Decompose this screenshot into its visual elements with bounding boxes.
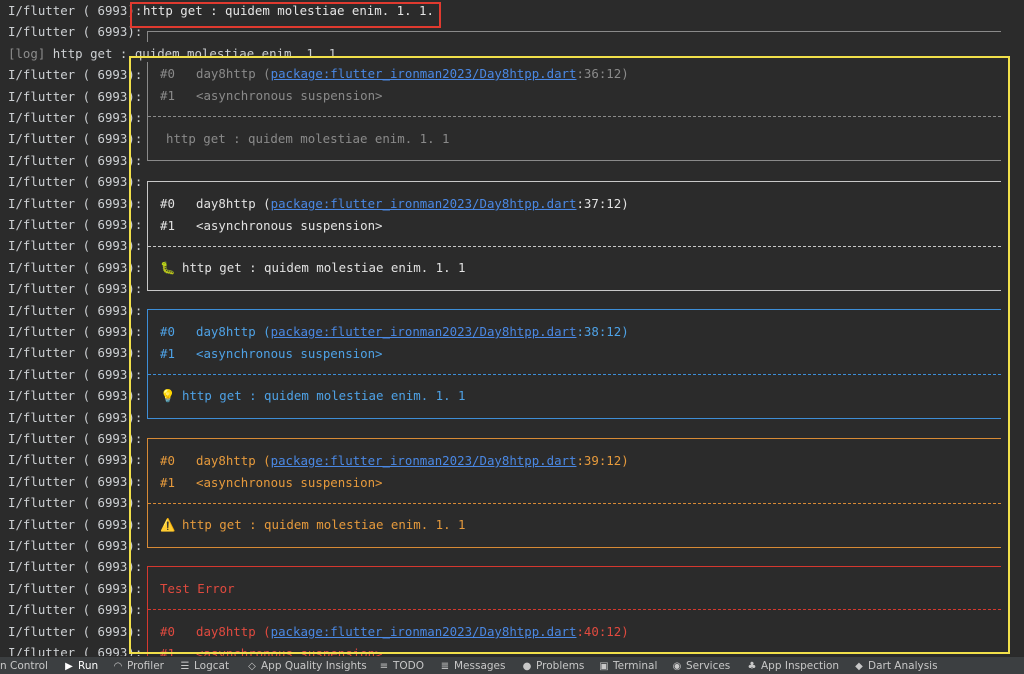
log-prefix: I/flutter ( 6993):	[8, 174, 143, 190]
log-prefix: I/flutter ( 6993):	[8, 281, 143, 297]
tab-logcat[interactable]: ☰ Logcat	[178, 659, 230, 673]
log-prefix: I/flutter ( 6993):	[8, 623, 143, 639]
log-prefix: I/flutter ( 6993):	[8, 366, 143, 382]
log-prefix: I/flutter ( 6993):	[8, 516, 143, 532]
log-prefix: I/flutter ( 6993):	[8, 495, 143, 511]
run-console[interactable]: I/flutter ( 6993): I/flutter ( 6993): I/fl…	[0, 0, 1024, 656]
log-prefix: I/flutter ( 6993):	[8, 131, 143, 147]
gauge-icon: ◠	[113, 661, 123, 672]
log-prefix: I/flutter ( 6993):	[8, 88, 143, 104]
log-prefix: I/flutter ( 6993):	[8, 238, 143, 254]
tab-dart-analysis[interactable]: ◆ Dart Analysis	[852, 659, 937, 673]
log-prefix: I/flutter ( 6993):	[8, 24, 143, 40]
log-prefix: I/flutter ( 6993):	[8, 473, 143, 489]
box-top-border	[147, 31, 1001, 42]
log-prefix: I/flutter ( 6993):	[8, 259, 143, 275]
inspection-icon: ♣	[747, 661, 757, 672]
log-prefix: I/flutter ( 6993):	[8, 452, 143, 468]
log-prefix: I/flutter ( 6993):	[8, 645, 143, 656]
log-tag: [log]	[8, 45, 46, 61]
tab-profiler[interactable]: ◠ Profiler	[111, 659, 164, 673]
log-prefix: I/flutter ( 6993):	[8, 580, 143, 596]
terminal-icon: ▣	[599, 661, 609, 672]
tab-app-quality-insights[interactable]: ◇ App Quality Insights	[245, 659, 367, 673]
messages-icon: ≣	[440, 661, 450, 672]
logcat-icon: ☰	[180, 661, 190, 672]
tab-app-inspection[interactable]: ♣ App Inspection	[745, 659, 840, 673]
log-prefix: I/flutter ( 6993):	[8, 152, 143, 168]
tool-window-bar: n Control ▶ Run ◠ Profiler ☰ Logcat ◇ App Qu…	[0, 656, 1024, 674]
tab-services[interactable]: ◉ Services	[670, 659, 731, 673]
log-prefix: I/flutter ( 6993):	[8, 67, 143, 83]
log-prefix: I/flutter ( 6993):	[8, 602, 143, 618]
log-prefix: I/flutter ( 6993):	[8, 110, 143, 125]
log-prefix: I/flutter ( 6993):	[8, 409, 143, 425]
log-prefix: I/flutter ( 6993):	[8, 324, 143, 339]
log-prefix: I/flutter ( 6993):	[8, 302, 143, 318]
yellow-highlight-box	[129, 56, 1010, 654]
red-highlight-box	[130, 2, 441, 28]
tab-problems[interactable]: ● Problems	[520, 659, 585, 673]
log-prefix: I/flutter ( 6993):	[8, 388, 143, 404]
services-icon: ◉	[672, 661, 682, 672]
tab-todo[interactable]: ≡ TODO	[377, 659, 424, 673]
log-prefix: I/flutter ( 6993):	[8, 345, 143, 361]
log-prefix: I/flutter ( 6993):	[8, 559, 143, 575]
tab-messages[interactable]: ≣ Messages	[438, 659, 506, 673]
log-prefix: I/flutter ( 6993):	[8, 217, 143, 232]
list-icon: ≡	[379, 661, 389, 672]
info-icon: ●	[522, 661, 532, 672]
log-prefix: I/flutter ( 6993):	[8, 431, 143, 446]
tab-terminal[interactable]: ▣ Terminal	[597, 659, 657, 673]
play-icon: ▶	[65, 661, 73, 672]
log-prefix: I/flutter ( 6993):	[8, 538, 143, 553]
diamond-icon: ◇	[248, 661, 256, 672]
dart-icon: ◆	[855, 661, 863, 672]
log-prefix: I/flutter ( 6993):	[8, 195, 143, 211]
tab-run[interactable]: ▶ Run	[62, 659, 98, 673]
tab-version-control[interactable]: n Control	[0, 659, 48, 673]
